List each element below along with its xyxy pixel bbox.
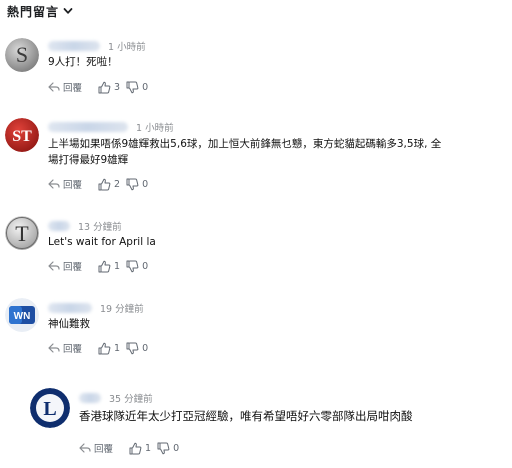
like-button[interactable]: 1 <box>98 260 120 273</box>
author-name[interactable] <box>48 41 100 51</box>
like-count: 1 <box>114 260 121 272</box>
reply-label: 回覆 <box>63 344 83 355</box>
like-button[interactable]: 3 <box>98 81 120 94</box>
reply-button[interactable]: 回覆 <box>48 259 82 273</box>
comment-time[interactable]: 1 小時前 <box>136 120 174 134</box>
thumbs-up-icon <box>98 178 111 190</box>
author-name[interactable] <box>48 122 128 132</box>
reply-button[interactable]: 回覆 <box>79 441 113 455</box>
reply-icon <box>48 343 60 353</box>
dislike-button[interactable]: 0 <box>126 178 148 191</box>
like-button[interactable]: 2 <box>98 178 120 191</box>
like-button[interactable]: 1 <box>129 442 151 455</box>
like-count: 1 <box>145 442 152 454</box>
avatar[interactable]: WN <box>5 298 39 332</box>
thumbs-up-icon <box>98 342 111 354</box>
thumbs-down-icon <box>126 260 139 272</box>
chevron-down-icon <box>63 6 73 16</box>
comment-time[interactable]: 35 分鐘前 <box>109 391 153 405</box>
dislike-count: 0 <box>142 178 149 190</box>
thumbs-up-icon <box>129 442 142 454</box>
author-name[interactable] <box>48 221 70 231</box>
reply-label: 回覆 <box>94 444 114 455</box>
svg-text:T: T <box>15 221 29 246</box>
reply-icon <box>48 179 60 189</box>
dislike-count: 0 <box>173 442 180 454</box>
comment-time[interactable]: 13 分鐘前 <box>78 219 122 233</box>
reply-label: 回覆 <box>63 83 83 94</box>
comment-text: 9人打！死啦！ <box>48 56 118 68</box>
comment-text: Let's wait for April la <box>48 236 156 248</box>
comment-time[interactable]: 19 分鐘前 <box>100 301 144 315</box>
avatar[interactable]: S <box>5 38 39 72</box>
reply-button[interactable]: 回覆 <box>48 341 82 355</box>
reply-label: 回覆 <box>63 262 83 273</box>
thumbs-down-icon <box>126 342 139 354</box>
reply-label: 回覆 <box>63 180 83 191</box>
dislike-count: 0 <box>142 260 149 272</box>
author-name[interactable] <box>48 303 92 313</box>
like-count: 1 <box>114 342 121 354</box>
comment-text: 香港球隊近年太少打亞冠經驗，唯有希望唔好六零部隊出局咁肉酸 <box>79 409 413 423</box>
reply-icon <box>48 82 60 92</box>
thumbs-up-icon <box>98 260 111 272</box>
like-count: 2 <box>114 178 121 190</box>
avatar[interactable]: L <box>30 388 70 428</box>
like-count: 3 <box>114 81 121 93</box>
dislike-button[interactable]: 0 <box>157 442 179 455</box>
dislike-button[interactable]: 0 <box>126 260 148 273</box>
popular-comments-header[interactable]: 熱門留言 <box>7 2 73 20</box>
author-name[interactable] <box>79 393 101 403</box>
thumbs-down-icon <box>126 81 139 93</box>
header-title: 熱門留言 <box>7 4 60 19</box>
dislike-button[interactable]: 0 <box>126 81 148 94</box>
reply-button[interactable]: 回覆 <box>48 80 82 94</box>
svg-text:S: S <box>16 42 28 67</box>
thumbs-down-icon <box>157 442 170 454</box>
comment-time[interactable]: 1 小時前 <box>108 39 146 53</box>
reply-icon <box>79 443 91 453</box>
avatar[interactable]: ST <box>5 118 39 152</box>
thumbs-up-icon <box>98 81 111 93</box>
comment-text: 上半場如果唔係9雄輝救出5,6球，加上恒大前鋒無乜戇，東方蛇貓起碼輸多3,5球,… <box>48 138 442 166</box>
comment-text: 神仙難救 <box>48 318 90 330</box>
reply-icon <box>48 261 60 271</box>
svg-text:ST: ST <box>12 128 32 145</box>
dislike-button[interactable]: 0 <box>126 342 148 355</box>
dislike-count: 0 <box>142 81 149 93</box>
dislike-count: 0 <box>142 342 149 354</box>
reply-button[interactable]: 回覆 <box>48 177 82 191</box>
thumbs-down-icon <box>126 178 139 190</box>
svg-text:WN: WN <box>14 311 31 322</box>
avatar[interactable]: T <box>5 216 39 250</box>
svg-text:L: L <box>43 398 56 420</box>
like-button[interactable]: 1 <box>98 342 120 355</box>
